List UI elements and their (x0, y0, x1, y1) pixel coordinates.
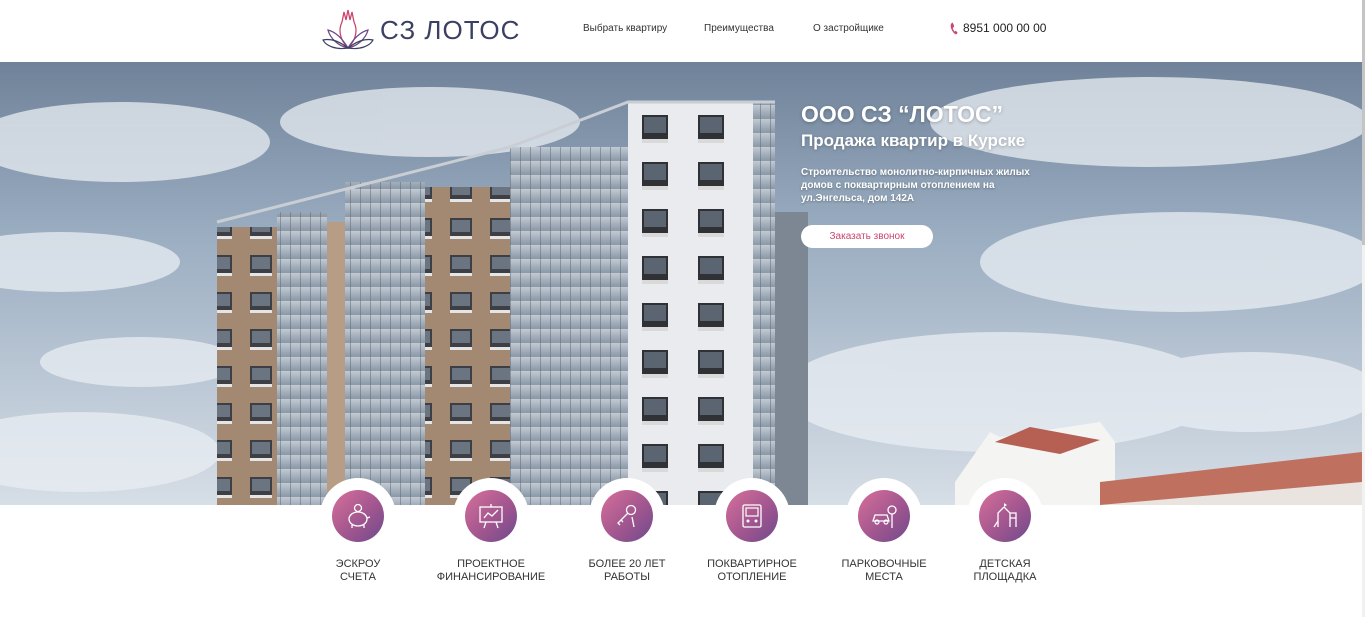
car-icon (872, 505, 897, 528)
lotus-logo-icon (322, 9, 374, 50)
boiler-icon (742, 504, 762, 528)
feature-icon-wrapper (714, 478, 790, 554)
feature-project-financing: Проектное финансирование (426, 478, 556, 584)
hero-title: ООО СЗ “ЛОТОС” (801, 101, 1004, 127)
building-render-image (0, 62, 1362, 505)
keys-icon (617, 504, 637, 528)
feature-icon-circle (601, 490, 653, 542)
feature-playground: Детская площадка (940, 478, 1070, 584)
nav-advantages[interactable]: Преимущества (704, 23, 774, 34)
playground-icon (993, 503, 1017, 528)
hero-subtitle: Продажа квартир в Курске (801, 131, 1026, 150)
order-call-button[interactable]: Заказать звонок (801, 225, 933, 248)
feature-label: Парковочные места (841, 558, 927, 583)
feature-apartment-heating: Поквартирное отопление (687, 478, 817, 584)
feature-icon-wrapper (453, 478, 529, 554)
feature-icon-circle (465, 490, 517, 542)
feature-icon-wrapper (589, 478, 665, 554)
feature-escrow: Эскроу счета (293, 478, 423, 584)
feature-20-years: Более 20 лет работы (562, 478, 692, 584)
site-header: СЗ ЛОТОС Выбрать квартиру Преимущества О… (0, 0, 1362, 62)
feature-icon-wrapper (846, 478, 922, 554)
feature-icon-circle (858, 490, 910, 542)
presentation-board-icon (479, 504, 503, 529)
feature-label: Более 20 лет работы (588, 558, 666, 583)
nav-choose-apartment[interactable]: Выбрать квартиру (583, 23, 667, 34)
feature-icon-wrapper (967, 478, 1043, 554)
logo-text: СЗ ЛОТОС (380, 14, 521, 45)
feature-label: Детская площадка (973, 558, 1037, 583)
features-row: Эскроу счета Проектное финансирование (0, 478, 1362, 608)
hero-text-block: ООО СЗ “ЛОТОС” Продажа квартир в Курске … (801, 100, 1061, 205)
logo[interactable]: СЗ ЛОТОС (322, 8, 520, 52)
phone-number: 8951 000 00 00 (963, 21, 1047, 35)
phone-icon (950, 22, 958, 34)
hero-section: ООО СЗ “ЛОТОС” Продажа квартир в Курске … (0, 62, 1362, 505)
piggy-bank-icon (348, 503, 371, 528)
feature-parking: Парковочные места (819, 478, 949, 584)
feature-label: Поквартирное отопление (707, 558, 797, 583)
feature-icon-circle (332, 490, 384, 542)
phone-link[interactable]: 8951 000 00 00 (950, 21, 1046, 35)
feature-icon-circle (979, 490, 1031, 542)
feature-icon-wrapper (320, 478, 396, 554)
feature-label: Проектное финансирование (436, 558, 546, 583)
hero-description: Строительство монолитно-кирпичных жилых … (801, 167, 1030, 204)
feature-label: Эскроу счета (335, 558, 381, 583)
feature-icon-circle (726, 490, 778, 542)
nav-about-developer[interactable]: О застройщике (813, 23, 884, 34)
